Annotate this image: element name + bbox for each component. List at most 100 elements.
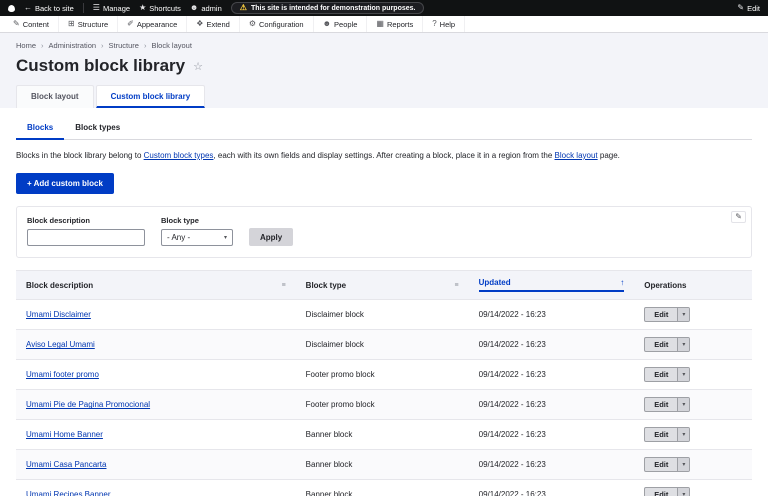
breadcrumb-administration[interactable]: Administration: [49, 41, 97, 50]
updated-cell: 09/14/2022 - 16:23: [478, 490, 546, 496]
edit-button[interactable]: Edit: [645, 458, 677, 471]
back-to-site-link[interactable]: ← Back to site: [24, 4, 74, 13]
toolbar-item-configuration[interactable]: ⚙ Configuration: [240, 16, 314, 32]
block-layout-link[interactable]: Block layout: [555, 151, 598, 160]
edit-button[interactable]: Edit: [645, 308, 677, 321]
table-row: Umami Pie de Pagina Promocional Footer p…: [16, 389, 752, 420]
dropdown-toggle[interactable]: ▾: [677, 368, 690, 382]
block-description-link[interactable]: Umami Disclaimer: [26, 310, 91, 319]
subtab-blocks[interactable]: Blocks: [16, 118, 65, 140]
breadcrumb-structure[interactable]: Structure: [109, 41, 139, 50]
block-type-cell: Disclaimer block: [305, 310, 364, 320]
configuration-icon: ⚙: [248, 19, 256, 28]
toolbar-item-appearance[interactable]: ✐ Appearance: [118, 16, 188, 32]
edit-mode-label: Edit: [747, 3, 760, 13]
toolbar-label: Extend: [206, 19, 230, 29]
block-type-select[interactable]: - Any - ▾: [161, 229, 233, 247]
demo-warning-text: This site is intended for demonstration …: [250, 4, 416, 12]
edit-dropbutton: Edit ▾: [644, 307, 691, 323]
breadcrumb-block-layout[interactable]: Block layout: [151, 41, 191, 50]
admin-bar-divider: [82, 3, 84, 13]
edit-button[interactable]: Edit: [645, 398, 677, 411]
edit-button[interactable]: Edit: [645, 338, 677, 351]
chevron-down-icon: ▾: [223, 235, 227, 242]
dropdown-toggle[interactable]: ▾: [677, 308, 690, 322]
tab-block-layout[interactable]: Block layout: [16, 85, 94, 108]
secondary-tabs: Blocks Block types: [16, 118, 752, 140]
intro-part: , each with its own fields and display s…: [213, 151, 555, 160]
toolbar-item-extend[interactable]: ❖ Extend: [187, 16, 240, 32]
dropdown-toggle[interactable]: ▾: [677, 338, 690, 352]
edit-button[interactable]: Edit: [645, 488, 677, 496]
block-type-cell: Footer promo block: [305, 370, 375, 380]
chevron-down-icon: ▾: [682, 372, 686, 379]
toolbar-label: Appearance: [136, 19, 178, 29]
back-to-site-label: Back to site: [35, 3, 74, 13]
drupal-admin-screen: ← Back to site ☰ Manage ★ Shortcuts ☻ ad…: [0, 0, 768, 496]
breadcrumb-separator-icon: ›: [143, 41, 147, 50]
dropdown-toggle[interactable]: ▾: [677, 428, 690, 442]
block-description-filter-input[interactable]: [27, 229, 145, 247]
intro-part: page.: [597, 151, 620, 160]
chevron-down-icon: ▾: [682, 312, 686, 319]
warning-icon: ⚠: [239, 3, 247, 12]
toolbar-item-help[interactable]: ? Help: [423, 16, 466, 32]
favorite-star-icon[interactable]: ☆: [193, 60, 203, 73]
contextual-edit-icon[interactable]: ✎: [731, 211, 746, 224]
dropdown-toggle[interactable]: ▾: [677, 488, 690, 496]
edit-dropbutton: Edit ▾: [644, 397, 691, 413]
updated-cell: 09/14/2022 - 16:23: [478, 340, 546, 350]
sort-ascending-icon: ↑: [620, 278, 625, 288]
drupal-home-button[interactable]: [8, 4, 15, 12]
block-description-link[interactable]: Umami footer promo: [26, 370, 99, 379]
intro-part: Blocks in the block library belong to: [16, 151, 144, 160]
table-row: Aviso Legal Umami Disclaimer block 09/14…: [16, 329, 752, 360]
toolbar-item-structure[interactable]: ⊞ Structure: [59, 16, 119, 32]
updated-cell: 09/14/2022 - 16:23: [478, 400, 546, 410]
subtab-block-types[interactable]: Block types: [64, 118, 131, 139]
block-description-link[interactable]: Umami Home Banner: [26, 430, 103, 439]
header-updated-sort[interactable]: Updated ↑: [478, 278, 625, 293]
tab-custom-block-library[interactable]: Custom block library: [95, 85, 206, 108]
manage-icon: ☰: [92, 3, 100, 12]
table-row: Umami Disclaimer Disclaimer block 09/14/…: [16, 299, 752, 330]
main-content: Blocks Block types Blocks in the block l…: [0, 108, 768, 496]
breadcrumb-home[interactable]: Home: [16, 41, 36, 50]
block-type-cell: Banner block: [305, 430, 353, 440]
block-description-link[interactable]: Umami Casa Pancarta: [26, 460, 106, 469]
extend-icon: ❖: [196, 19, 204, 28]
admin-toolbar: ✎ Content ⊞ Structure ✐ Appearance ❖ Ext…: [0, 16, 768, 33]
apply-button[interactable]: Apply: [249, 228, 294, 247]
block-description-filter-label: Block description: [27, 216, 90, 226]
edit-button[interactable]: Edit: [645, 368, 677, 381]
chevron-down-icon: ▾: [682, 492, 686, 496]
edit-button[interactable]: Edit: [645, 428, 677, 441]
admin-bar: ← Back to site ☰ Manage ★ Shortcuts ☻ ad…: [0, 0, 768, 16]
chevron-down-icon: ▾: [682, 462, 686, 469]
updated-cell: 09/14/2022 - 16:23: [478, 430, 546, 440]
dropdown-toggle[interactable]: ▾: [677, 458, 690, 472]
block-type-cell: Banner block: [305, 460, 353, 470]
manage-label: Manage: [102, 3, 131, 13]
column-filter-icon[interactable]: ≡: [282, 282, 286, 289]
shortcuts-tab[interactable]: ★ Shortcuts: [139, 4, 181, 13]
block-description-link[interactable]: Aviso Legal Umami: [26, 340, 95, 349]
user-icon: ☻: [189, 3, 199, 12]
toolbar-item-content[interactable]: ✎ Content: [4, 16, 59, 32]
block-type-selected-value: - Any -: [167, 233, 191, 243]
updated-cell: 09/14/2022 - 16:23: [478, 370, 546, 380]
toolbar-item-reports[interactable]: ▦ Reports: [367, 16, 424, 32]
column-filter-icon[interactable]: ≡: [455, 282, 459, 289]
add-custom-block-button[interactable]: + Add custom block: [16, 173, 114, 195]
user-menu[interactable]: ☻ admin: [190, 4, 222, 13]
header-operations: Operations: [644, 280, 687, 290]
edit-dropbutton: Edit ▾: [644, 367, 691, 383]
block-description-link[interactable]: Umami Recipes Banner: [26, 490, 110, 496]
toolbar-item-people[interactable]: ☻ People: [314, 16, 368, 32]
breadcrumb: Home › Administration › Structure › Bloc…: [16, 41, 752, 50]
block-description-link[interactable]: Umami Pie de Pagina Promocional: [26, 400, 150, 409]
edit-mode-button[interactable]: ✎ Edit: [737, 4, 760, 13]
dropdown-toggle[interactable]: ▾: [677, 398, 690, 412]
manage-tab[interactable]: ☰ Manage: [93, 4, 130, 13]
custom-block-types-link[interactable]: Custom block types: [144, 151, 214, 160]
